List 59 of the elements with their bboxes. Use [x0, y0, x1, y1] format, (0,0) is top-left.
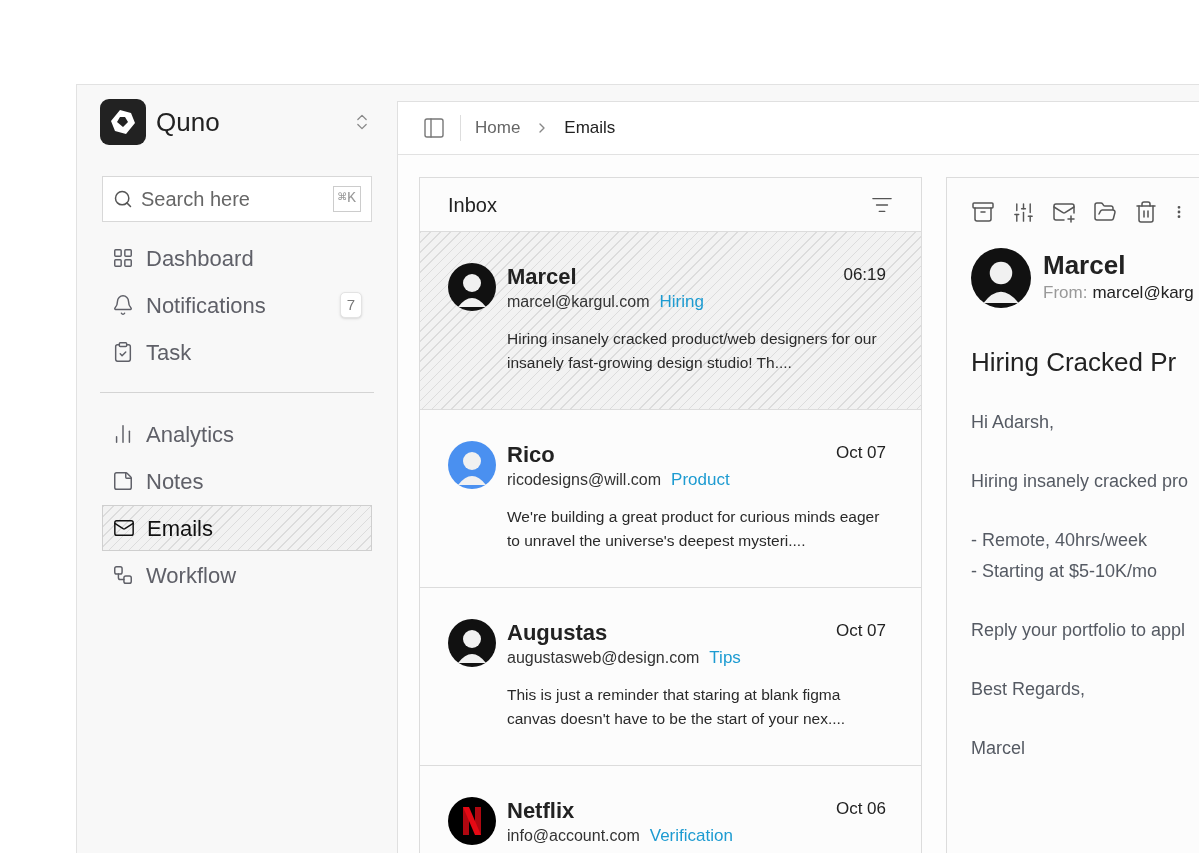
sender-name: Augustas: [507, 619, 608, 647]
email-tag: Verification: [649, 825, 733, 847]
mail-icon: [113, 517, 135, 539]
nav-item[interactable]: Notes: [102, 458, 372, 504]
email-tag: Hiring: [659, 291, 704, 313]
trash-icon[interactable]: [1134, 200, 1158, 224]
nav-item[interactable]: Emails: [102, 505, 372, 551]
email-tag: Tips: [709, 647, 741, 669]
message-line: Hiring insanely cracked pro: [971, 470, 1190, 493]
nav-item[interactable]: Notifications 7: [102, 282, 372, 328]
email-preview: This is just a reminder that staring at blank figma canvas doesn't have to be the start of your nex....: [507, 685, 847, 729]
sender-email: marcel@karg: [1092, 282, 1194, 305]
dashboard-icon: [112, 247, 134, 269]
message-subject: Hiring Cracked Pr: [971, 346, 1178, 379]
folder-icon[interactable]: [1093, 200, 1117, 224]
breadcrumb-link[interactable]: Emails: [564, 115, 616, 141]
message-line: - Remote, 40hrs/week: [971, 529, 1149, 552]
email-time: Oct 07: [835, 620, 886, 642]
inbox-title: Inbox: [448, 192, 497, 218]
sliders-icon[interactable]: [1012, 200, 1035, 224]
nav-item[interactable]: Task: [102, 329, 372, 375]
breadcrumb-link[interactable]: Home: [475, 115, 521, 141]
email-time: 06:19: [843, 264, 886, 286]
new-mail-icon[interactable]: [1052, 200, 1076, 224]
sender-name: Marcel: [507, 263, 577, 291]
bell-icon: [112, 294, 134, 316]
from-label: From:: [1043, 282, 1088, 305]
message-line: - Starting at $5-10K/mo: [971, 560, 1159, 583]
email-time: Oct 07: [835, 442, 886, 464]
email-preview: We're building a great product for curious minds eager to unravel the universe's deepest mysteri....: [507, 507, 881, 551]
brand-name: Quno: [156, 105, 220, 139]
email-tag: Product: [671, 469, 730, 491]
workflow-icon: [112, 564, 134, 586]
search-input[interactable]: Search here: [141, 184, 325, 214]
email-item[interactable]: Marcel 06:19 marcel@kargul.com Hiring Hiring insanely cracked product/web designers for our insanely fast-growing design studio! Th....: [420, 232, 921, 410]
sender-name: Netflix: [507, 797, 575, 825]
notes-icon: [112, 470, 134, 492]
message-line: Reply your portfolio to appl: [971, 619, 1187, 642]
message-line: Best Regards,: [971, 678, 1087, 701]
logo-icon: [100, 99, 146, 145]
sender-email: augustasweb@design.com: [507, 648, 700, 668]
nav-item[interactable]: Analytics: [102, 411, 372, 457]
sender-email: ricodesigns@will.com: [507, 470, 662, 490]
email-preview: Hiring insanely cracked product/web designers for our insanely fast-growing design studio! Th....: [507, 329, 878, 373]
sender-name: Rico: [507, 441, 555, 469]
email-time: Oct 06: [835, 798, 886, 820]
archive-icon[interactable]: [971, 200, 995, 224]
sender-email: info@account.com: [507, 826, 640, 846]
message-line: Marcel: [971, 737, 1026, 760]
shortcut-key: ⌘K: [332, 185, 361, 213]
task-icon: [112, 341, 134, 363]
nav-item[interactable]: Dashboard: [102, 235, 372, 281]
sender-name: Marcel: [1043, 250, 1127, 281]
sender-email: marcel@kargul.com: [507, 292, 650, 312]
count-badge: 7: [339, 291, 362, 319]
sidebar-toggle-icon[interactable]: [422, 116, 446, 140]
message-line: Hi Adarsh,: [971, 411, 1056, 434]
nav-item[interactable]: Workflow: [102, 552, 372, 598]
search-icon: [113, 189, 133, 209]
